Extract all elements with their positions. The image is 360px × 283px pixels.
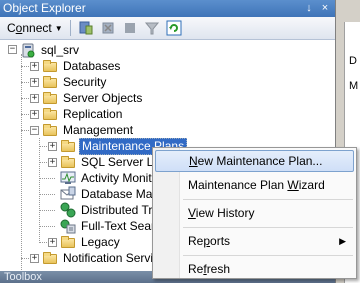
menu-item-accel: W (287, 178, 299, 192)
tree-node-label: Server Objects (63, 90, 143, 105)
menu-separator (183, 199, 353, 200)
adjacent-panel-letter: D (349, 55, 357, 67)
menu-item-text: Re (188, 262, 204, 276)
menu-separator (183, 227, 353, 228)
connect-label-underlined: o (15, 21, 23, 35)
tree-node-label: Replication (63, 106, 123, 121)
pin-icon[interactable]: ↓ (303, 0, 315, 17)
tree-node-label: Distributed Tra (81, 202, 160, 217)
folder-icon (42, 106, 58, 122)
context-menu: New Maintenance Plan... Maintenance Plan… (152, 147, 357, 279)
tree-node-security[interactable]: Security (42, 74, 108, 90)
object-explorer-titlebar: Object Explorer ↓ × (0, 0, 335, 17)
expand-notification-services-button[interactable]: + (30, 254, 39, 263)
tree-node-databases[interactable]: Databases (42, 58, 122, 74)
filter-icon[interactable] (144, 20, 160, 36)
toolbox-label: Toolbox (4, 271, 42, 283)
menu-item-text: izard (298, 178, 325, 192)
folder-icon (42, 74, 58, 90)
tree-node-label: SQL Server Lo (81, 154, 160, 169)
collapse-management-button[interactable]: − (30, 126, 39, 135)
menu-item-text: Maintenance Plan (188, 178, 288, 192)
adjacent-panel-letter: M (349, 80, 359, 92)
mail-icon (60, 186, 76, 202)
menu-item-text: resh (206, 262, 231, 276)
tree-node-full-text-search[interactable]: Full-Text Searc (60, 218, 163, 234)
server-icon (20, 42, 36, 58)
folder-icon (60, 138, 76, 154)
tree-node-label: Database Mail (81, 186, 158, 201)
tree-node-server-objects[interactable]: Server Objects (42, 90, 144, 106)
menu-item-text: Re (188, 234, 204, 248)
folder-icon (60, 234, 76, 250)
expand-sql-server-logs-button[interactable]: + (48, 158, 57, 167)
object-explorer-toolbar: Co nnect ▼ (0, 17, 335, 40)
full-text-search-icon (60, 218, 76, 234)
menu-item-text: iew History (195, 206, 255, 220)
tree-node-label: Security (63, 74, 107, 89)
tree-node-legacy[interactable]: Legacy (60, 234, 122, 250)
close-icon[interactable]: × (319, 0, 331, 17)
submenu-arrow-icon: ▶ (339, 236, 346, 246)
menu-item-new-maintenance-plan[interactable]: New Maintenance Plan... (155, 150, 354, 172)
tree-node-replication[interactable]: Replication (42, 106, 124, 122)
tree-node-label: Legacy (81, 234, 120, 249)
connect-label-c: C (7, 21, 16, 35)
window-title: Object Explorer (3, 1, 86, 15)
toolbar-separator (69, 20, 71, 36)
expand-legacy-button[interactable]: + (48, 238, 57, 247)
menu-separator (183, 255, 353, 256)
tree-node-label: Full-Text Searc (81, 218, 162, 233)
folder-icon (42, 122, 58, 138)
disconnect-icon[interactable] (100, 20, 116, 36)
chevron-down-icon: ▼ (54, 23, 63, 33)
tree-node-label: Activity Monito (81, 170, 159, 185)
tree-node-notification-services[interactable]: Notification Service (42, 250, 168, 266)
tree-node-activity-monitor[interactable]: Activity Monito (60, 170, 160, 186)
tree-node-distributed-transaction[interactable]: Distributed Tra (60, 202, 161, 218)
expand-maintenance-plans-button[interactable]: + (48, 142, 57, 151)
expand-server-objects-button[interactable]: + (30, 94, 39, 103)
menu-item-refresh[interactable]: Refresh (155, 258, 354, 280)
tree-node-label: Databases (63, 58, 121, 73)
menu-item-reports[interactable]: Reports ▶ (155, 230, 354, 252)
tree-node-sql-server-logs[interactable]: SQL Server Lo (60, 154, 162, 170)
tree-node-database-mail[interactable]: Database Mail (60, 186, 160, 202)
collapse-root-button[interactable]: − (8, 45, 17, 54)
expand-security-button[interactable]: + (30, 78, 39, 87)
menu-item-text: ew Maintenance Plan... (197, 154, 323, 168)
folder-icon (60, 154, 76, 170)
menu-item-view-history[interactable]: View History (155, 202, 354, 224)
activity-monitor-icon (60, 170, 76, 186)
tree-node-server[interactable]: sql_srv (20, 42, 81, 58)
menu-item-accel: N (189, 154, 198, 168)
folder-icon (42, 250, 58, 266)
distributed-transaction-icon (60, 202, 76, 218)
refresh-icon[interactable] (166, 20, 182, 36)
tree-node-management[interactable]: Management (42, 122, 135, 138)
connect-button[interactable]: Co nnect ▼ (4, 19, 66, 37)
menu-item-accel: V (188, 206, 196, 220)
expand-replication-button[interactable]: + (30, 110, 39, 119)
menu-item-text: orts (210, 234, 231, 248)
connect-object-explorer-icon[interactable] (78, 20, 94, 36)
connect-label-rest: nnect (22, 21, 52, 35)
tree-node-label: sql_srv (41, 42, 80, 57)
folder-icon (42, 90, 58, 106)
stop-icon[interactable] (122, 20, 138, 36)
tree-node-label: Management (63, 122, 134, 137)
expand-databases-button[interactable]: + (30, 62, 39, 71)
menu-item-maintenance-plan-wizard[interactable]: Maintenance Plan Wizard (155, 174, 354, 196)
folder-icon (42, 58, 58, 74)
